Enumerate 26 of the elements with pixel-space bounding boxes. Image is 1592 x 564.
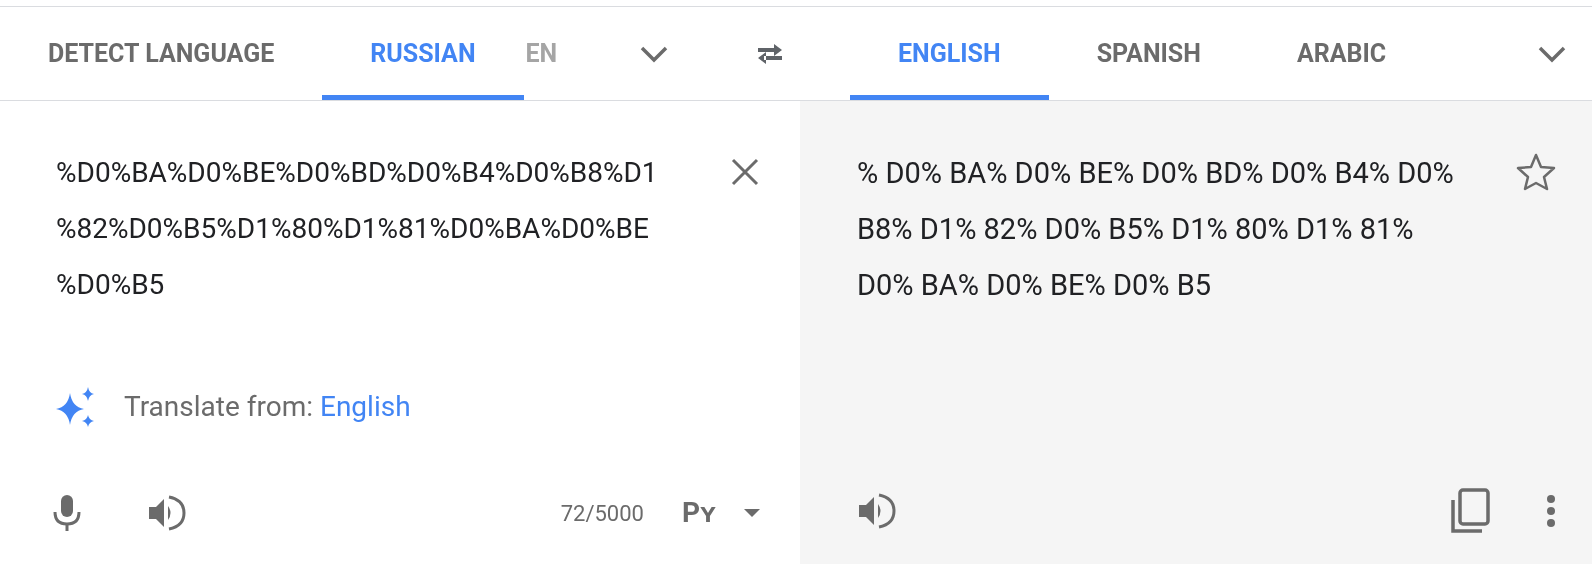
speaker-icon [858, 492, 896, 530]
language-tab[interactable]: RUSSIAN [322, 7, 524, 100]
more-vert-icon [1546, 494, 1556, 528]
listen-button[interactable] [148, 494, 186, 532]
suggestion-label: Translate from: [124, 390, 313, 423]
chevron-down-icon [1538, 44, 1566, 63]
language-suggestion-link[interactable]: English [319, 390, 411, 423]
speaker-icon [148, 494, 186, 532]
input-tools-button[interactable]: Рʏ [681, 492, 760, 534]
close-icon [730, 157, 760, 187]
copy-button[interactable] [1450, 488, 1490, 534]
more-options-button[interactable] [1546, 494, 1556, 528]
dropdown-triangle-icon [744, 508, 760, 518]
language-tab[interactable]: DETECT LANGUAGE [0, 7, 323, 100]
chevron-down-icon [639, 44, 668, 63]
character-count: 72/5000 [560, 499, 644, 528]
clear-button[interactable] [730, 157, 760, 187]
language-tab[interactable]: SPANISH [1048, 7, 1249, 100]
language-tab[interactable]: ARABIC [1248, 7, 1435, 100]
translation-text: % D0% BA% D0% BE% D0% BD% D0% B4% D0% B8% D1% 82% D0% B5% D1% 80% D1% 81% D0% BA% D0% BE% D0% B5 [857, 155, 1455, 304]
star-icon[interactable] [1516, 153, 1556, 191]
microphone-icon [52, 494, 82, 532]
listen-button[interactable] [858, 492, 896, 530]
source-text[interactable]: %D0%BA%D0%BE%D0%BD%D0%B4%D0%B8%D1%82%D0%B5%D1%80%D1%81%D0%BA%D0%BE%D0%B5 [56, 145, 696, 313]
copy-icon [1450, 488, 1490, 534]
microphone-button[interactable] [52, 494, 82, 532]
